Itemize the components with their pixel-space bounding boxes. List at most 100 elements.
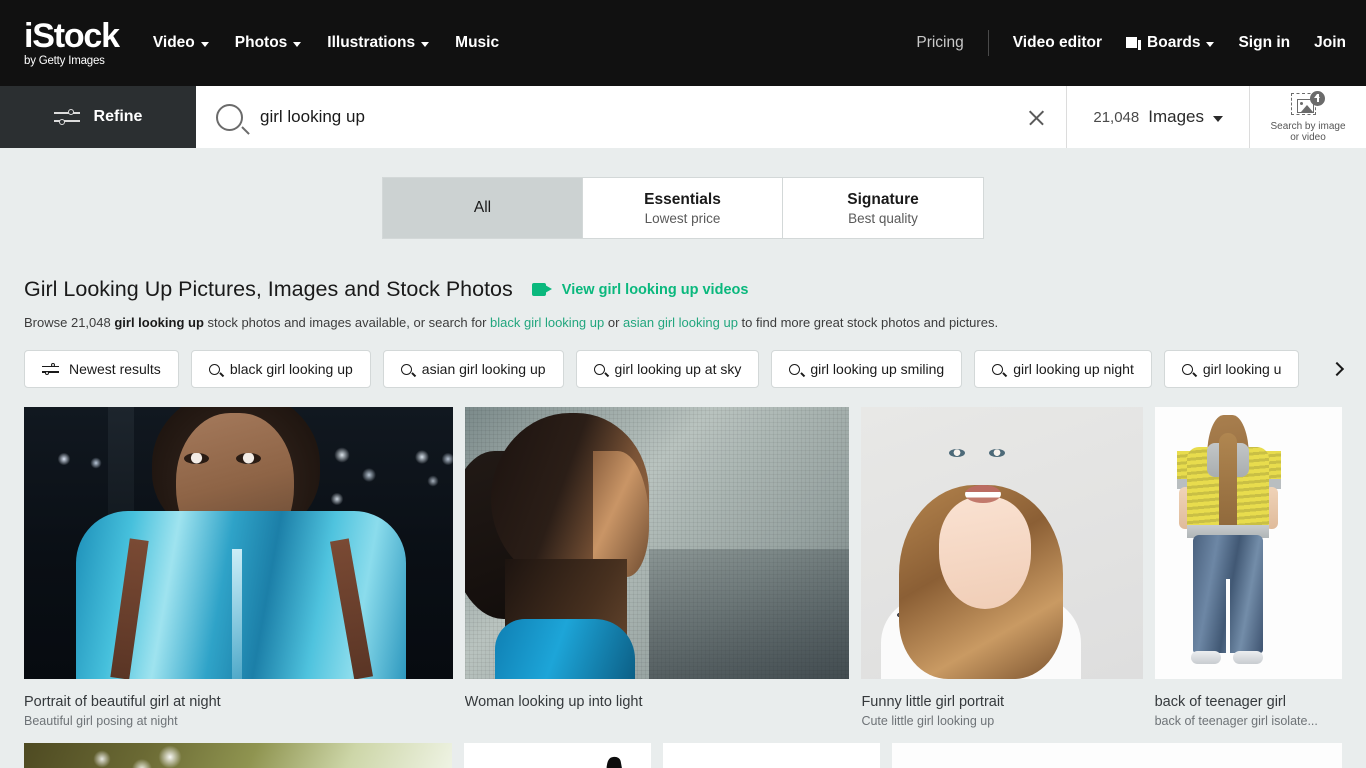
license-tabs: All Essentials Lowest price Signature Be… [382, 177, 984, 239]
tab-all-label: All [473, 199, 492, 216]
chips-next-button[interactable] [1314, 350, 1352, 388]
nav-item-video[interactable]: Video [153, 34, 209, 52]
search-bar: Refine 21,048 Images Search by image or … [0, 86, 1366, 148]
result-title[interactable]: Woman looking up into light [465, 694, 850, 710]
main-nav-links: Video Photos Illustrations Music [153, 34, 499, 52]
video-editor-link[interactable]: Video editor [1013, 34, 1102, 52]
search-icon [208, 363, 220, 375]
result-thumbnail[interactable] [892, 743, 1342, 768]
nav-item-music-label: Music [455, 34, 500, 51]
tab-all[interactable]: All [383, 178, 583, 238]
logo-tagline: by Getty Images [24, 54, 105, 67]
chip-girl-looking-up-smiling[interactable]: girl looking up smiling [771, 350, 963, 388]
desc-part-1: Browse 21,048 [24, 315, 115, 330]
result-card[interactable]: Funny little girl portrait Cute little g… [861, 407, 1143, 728]
tab-essentials-sub: Lowest price [644, 210, 721, 226]
result-type-dropdown[interactable]: 21,048 Images [1066, 86, 1249, 148]
clear-search-button[interactable] [1006, 86, 1066, 148]
sign-in-link[interactable]: Sign in [1238, 34, 1290, 52]
tab-signature[interactable]: Signature Best quality [783, 178, 983, 238]
view-videos-link[interactable]: View girl looking up videos [531, 281, 749, 298]
result-card[interactable]: Portrait of beautiful girl at night Beau… [24, 407, 453, 728]
chip-girl-looking-up-night[interactable]: girl looking up night [974, 350, 1152, 388]
chip-label: Newest results [69, 361, 161, 377]
chevron-down-icon [1213, 115, 1223, 122]
search-input-container [196, 86, 1007, 148]
search-by-image-label: Search by image or video [1270, 120, 1346, 144]
result-thumbnail[interactable] [464, 407, 850, 679]
license-tabs-container: All Essentials Lowest price Signature Be… [0, 177, 1366, 239]
desc-link-asian[interactable]: asian girl looking up [623, 315, 738, 330]
search-icon [593, 363, 605, 375]
boards-icon [1126, 36, 1142, 50]
boards-menu[interactable]: Boards [1126, 34, 1215, 52]
result-title[interactable]: back of teenager girl [1155, 694, 1342, 710]
nav-item-photos-label: Photos [234, 34, 288, 51]
refine-label: Refine [93, 108, 143, 125]
result-title[interactable]: Portrait of beautiful girl at night [24, 694, 453, 710]
chip-girl-looking-up-at-sky[interactable]: girl looking up at sky [575, 350, 760, 388]
chevron-down-icon [200, 41, 209, 47]
search-input[interactable] [260, 107, 1007, 127]
desc-bold-term: girl looking up [114, 315, 204, 330]
result-thumbnail[interactable] [24, 743, 452, 768]
tab-signature-sub: Best quality [848, 210, 918, 226]
nav-item-illustrations-label: Illustrations [327, 34, 416, 51]
result-count: 21,048 [1093, 108, 1140, 126]
chevron-down-icon [421, 41, 430, 47]
pricing-link[interactable]: Pricing [916, 34, 963, 52]
search-icon [992, 363, 1004, 375]
logo-wordmark: iStock [24, 16, 120, 55]
nav-item-music[interactable]: Music [455, 34, 499, 52]
nav-item-video-label: Video [152, 34, 195, 51]
chip-label: asian girl looking up [421, 361, 546, 377]
nav-right-group: Pricing Video editor Boards Sign in Join [916, 30, 1346, 56]
view-videos-label: View girl looking up videos [561, 281, 749, 298]
result-thumbnail[interactable] [1154, 407, 1342, 679]
result-subtitle: Cute little girl looking up [861, 714, 995, 728]
close-icon [1027, 108, 1046, 127]
istock-logo[interactable]: iStock by Getty Images [24, 16, 120, 68]
desc-part-3: or [604, 315, 624, 330]
result-subtitle: back of teenager girl isolate... [1154, 714, 1318, 728]
result-thumbnail[interactable] [861, 407, 1143, 679]
result-thumbnail[interactable] [663, 743, 881, 768]
results-grid-row-2 [24, 743, 1342, 768]
chip-girl-looking-u[interactable]: girl looking u [1163, 350, 1300, 388]
result-title[interactable]: Funny little girl portrait [861, 694, 1142, 710]
chip-label: black girl looking up [229, 361, 353, 377]
page-title: Girl Looking Up Pictures, Images and Sto… [24, 277, 513, 301]
result-thumbnail[interactable] [464, 743, 652, 768]
chip-black-girl-looking-up[interactable]: black girl looking up [190, 350, 371, 388]
nav-item-illustrations[interactable]: Illustrations [327, 34, 430, 52]
nav-item-photos[interactable]: Photos [235, 34, 302, 52]
top-navigation-bar: iStock by Getty Images Video Photos Illu… [0, 0, 1366, 86]
chevron-right-icon [1329, 361, 1345, 377]
search-icon [216, 103, 243, 131]
tab-signature-label: Signature [847, 190, 919, 208]
result-thumbnail[interactable] [24, 407, 453, 679]
desc-part-2: stock photos and images available, or se… [203, 315, 491, 330]
result-card[interactable]: Woman looking up into light [464, 407, 850, 728]
result-card[interactable]: back of teenager girl back of teenager g… [1154, 407, 1342, 728]
chip-label: girl looking u [1202, 361, 1282, 377]
search-icon [1181, 363, 1193, 375]
chip-label: girl looking up at sky [614, 361, 742, 377]
chip-newest-results[interactable]: Newest results [24, 350, 179, 388]
related-search-chips: Newest results black girl looking up asi… [24, 350, 1352, 388]
chevron-down-icon [293, 41, 302, 47]
chip-label: girl looking up night [1013, 361, 1134, 377]
chip-asian-girl-looking-up[interactable]: asian girl looking up [382, 350, 564, 388]
image-upload-icon [1291, 90, 1325, 118]
join-link[interactable]: Join [1314, 34, 1346, 52]
search-by-image-button[interactable]: Search by image or video [1249, 86, 1366, 148]
tab-essentials[interactable]: Essentials Lowest price [583, 178, 783, 238]
result-subtitle: Beautiful girl posing at night [24, 714, 178, 728]
sliders-icon [53, 109, 80, 125]
refine-button[interactable]: Refine [0, 86, 196, 148]
video-camera-icon [531, 283, 552, 296]
page-description: Browse 21,048 girl looking up stock phot… [24, 314, 1342, 331]
boards-label: Boards [1147, 34, 1201, 51]
desc-link-black[interactable]: black girl looking up [490, 315, 604, 330]
search-icon [400, 363, 412, 375]
